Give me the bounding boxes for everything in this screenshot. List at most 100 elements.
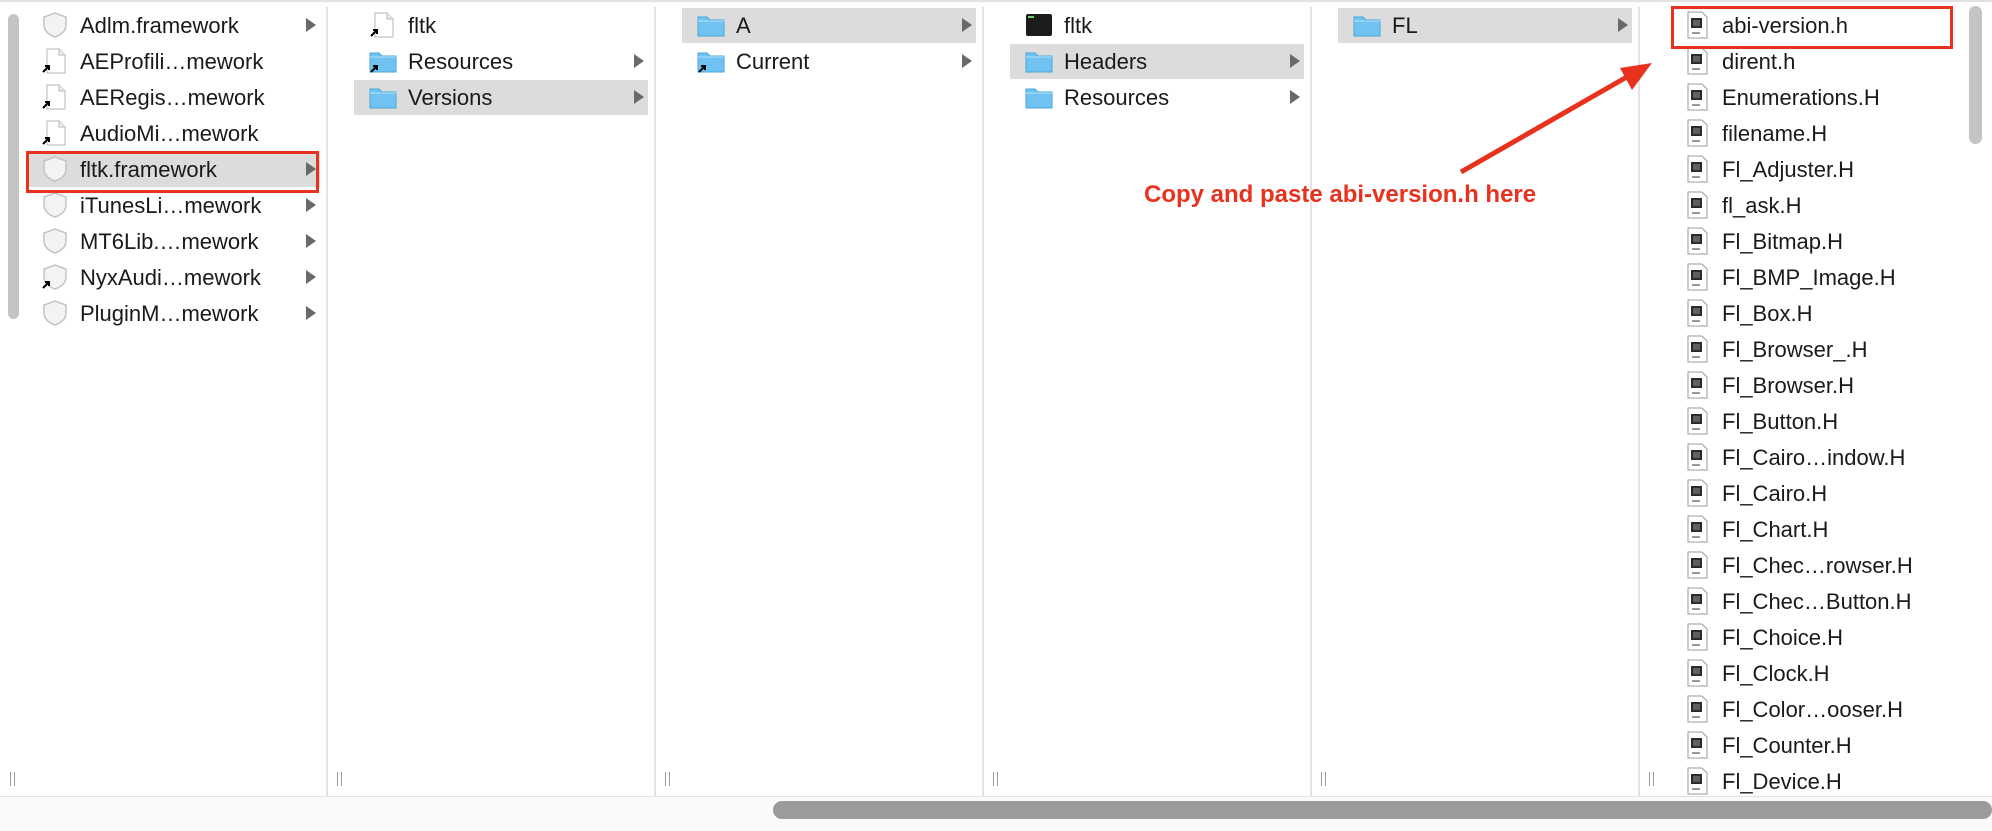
- item-label: MT6Lib.…mework: [80, 229, 259, 254]
- list-item[interactable]: Fl_Clock.H: [1668, 656, 1960, 691]
- column-divider[interactable]: [982, 7, 984, 796]
- chevron-right-icon: [962, 18, 972, 32]
- column-1: Adlm.framework AEProfili…mework AERegis…me…: [22, 7, 324, 796]
- item-label: Fl_BMP_Image.H: [1722, 265, 1896, 290]
- item-label: Resources: [408, 49, 514, 74]
- header-file-icon: [1682, 191, 1712, 219]
- folder-icon: [1024, 83, 1054, 111]
- column-divider[interactable]: [326, 7, 328, 796]
- list-item[interactable]: Fl_Cairo…indow.H: [1668, 440, 1960, 475]
- column-divider[interactable]: [654, 7, 656, 796]
- header-file-icon: [1682, 443, 1712, 471]
- header-file-icon: [1682, 371, 1712, 399]
- column-divider[interactable]: [1310, 7, 1312, 796]
- list-item[interactable]: Resources: [354, 44, 648, 79]
- chevron-right-icon: [306, 18, 316, 32]
- list-item[interactable]: Fl_Browser.H: [1668, 368, 1960, 403]
- column-6: abi-version.h dirent.h Enumerations.H filen…: [1664, 7, 1964, 796]
- column-resize-grip-icon[interactable]: [9, 772, 17, 786]
- list-item[interactable]: fl_ask.H: [1668, 188, 1960, 223]
- header-file-icon: [1682, 767, 1712, 795]
- list-item[interactable]: Resources: [1010, 80, 1304, 115]
- header-file-icon: [1682, 515, 1712, 543]
- header-file-icon: [1682, 407, 1712, 435]
- list-item[interactable]: Fl_Browser_.H: [1668, 332, 1960, 367]
- item-label: Enumerations.H: [1722, 85, 1880, 110]
- framework-icon: [40, 227, 70, 255]
- column-resize-grip-icon[interactable]: [664, 772, 672, 786]
- list-item[interactable]: Fl_Color…ooser.H: [1668, 692, 1960, 727]
- chevron-right-icon: [306, 270, 316, 284]
- list-item[interactable]: AERegis…mework: [26, 80, 320, 115]
- item-label: AERegis…mework: [80, 85, 265, 110]
- column-3: A Current: [678, 7, 980, 796]
- chevron-right-icon: [1618, 18, 1628, 32]
- list-item[interactable]: Fl_Device.H: [1668, 764, 1960, 796]
- item-label: Fl_Counter.H: [1722, 733, 1852, 758]
- column-resize-grip-icon[interactable]: [336, 772, 344, 786]
- header-file-icon: [1682, 47, 1712, 75]
- item-label: Adlm.framework: [80, 13, 239, 38]
- list-item[interactable]: FL: [1338, 8, 1632, 43]
- list-item[interactable]: iTunesLi…mework: [26, 188, 320, 223]
- list-item[interactable]: Fl_Chec…rowser.H: [1668, 548, 1960, 583]
- list-item[interactable]: fltk: [1010, 8, 1304, 43]
- list-item[interactable]: Fl_Choice.H: [1668, 620, 1960, 655]
- item-label: Fl_Chec…Button.H: [1722, 589, 1912, 614]
- list-item[interactable]: fltk: [354, 8, 648, 43]
- framework-icon: [40, 11, 70, 39]
- list-item[interactable]: Fl_Button.H: [1668, 404, 1960, 439]
- list-item[interactable]: AEProfili…mework: [26, 44, 320, 79]
- list-item[interactable]: Fl_Counter.H: [1668, 728, 1960, 763]
- folder-icon: [1352, 11, 1382, 39]
- column-5: FL: [1334, 7, 1636, 796]
- header-file-icon: [1682, 551, 1712, 579]
- list-item[interactable]: Fl_Cairo.H: [1668, 476, 1960, 511]
- list-item[interactable]: dirent.h: [1668, 44, 1960, 79]
- item-label: Fl_Color…ooser.H: [1722, 697, 1903, 722]
- column-resize-grip-icon[interactable]: [1320, 772, 1328, 786]
- header-file-icon: [1682, 695, 1712, 723]
- list-item[interactable]: NyxAudi…mework: [26, 260, 320, 295]
- item-label: fl_ask.H: [1722, 193, 1802, 218]
- right-vertical-scrollbar[interactable]: [1969, 6, 1982, 144]
- item-label: AudioMi…mework: [80, 121, 259, 146]
- list-item[interactable]: PluginM…mework: [26, 296, 320, 331]
- horizontal-scrollbar-thumb[interactable]: [773, 801, 1992, 819]
- list-item[interactable]: Headers: [1010, 44, 1304, 79]
- list-item[interactable]: Adlm.framework: [26, 8, 320, 43]
- column-divider[interactable]: [1638, 7, 1640, 796]
- list-item[interactable]: filename.H: [1668, 116, 1960, 151]
- list-item[interactable]: AudioMi…mework: [26, 116, 320, 151]
- list-item[interactable]: Fl_Chec…Button.H: [1668, 584, 1960, 619]
- annotation-text: Copy and paste abi-version.h here: [1144, 181, 1537, 208]
- item-label: filename.H: [1722, 121, 1828, 146]
- header-file-icon: [1682, 119, 1712, 147]
- header-file-icon: [1682, 263, 1712, 291]
- header-file-icon: [1682, 299, 1712, 327]
- list-item[interactable]: Fl_Chart.H: [1668, 512, 1960, 547]
- item-label: Fl_Device.H: [1722, 769, 1842, 794]
- list-item[interactable]: MT6Lib.…mework: [26, 224, 320, 259]
- list-item[interactable]: Fl_Adjuster.H: [1668, 152, 1960, 187]
- list-item[interactable]: Fl_Bitmap.H: [1668, 224, 1960, 259]
- list-item[interactable]: Fl_Box.H: [1668, 296, 1960, 331]
- folder-icon: [1024, 47, 1054, 75]
- header-file-icon: [1682, 335, 1712, 363]
- list-item[interactable]: Enumerations.H: [1668, 80, 1960, 115]
- item-label: Fl_Adjuster.H: [1722, 157, 1855, 182]
- chevron-right-icon: [1290, 54, 1300, 68]
- item-label: Fl_Button.H: [1722, 409, 1839, 434]
- framework-alias-icon: [40, 263, 70, 291]
- list-item[interactable]: A: [682, 8, 976, 43]
- item-label: Resources: [1064, 85, 1170, 110]
- column-resize-grip-icon[interactable]: [1648, 772, 1656, 786]
- left-vertical-scrollbar[interactable]: [8, 14, 19, 319]
- header-file-icon: [1682, 731, 1712, 759]
- chevron-right-icon: [306, 306, 316, 320]
- list-item[interactable]: Current: [682, 44, 976, 79]
- list-item[interactable]: Versions: [354, 80, 648, 115]
- list-item[interactable]: Fl_BMP_Image.H: [1668, 260, 1960, 295]
- item-label: iTunesLi…mework: [80, 193, 262, 218]
- column-resize-grip-icon[interactable]: [992, 772, 1000, 786]
